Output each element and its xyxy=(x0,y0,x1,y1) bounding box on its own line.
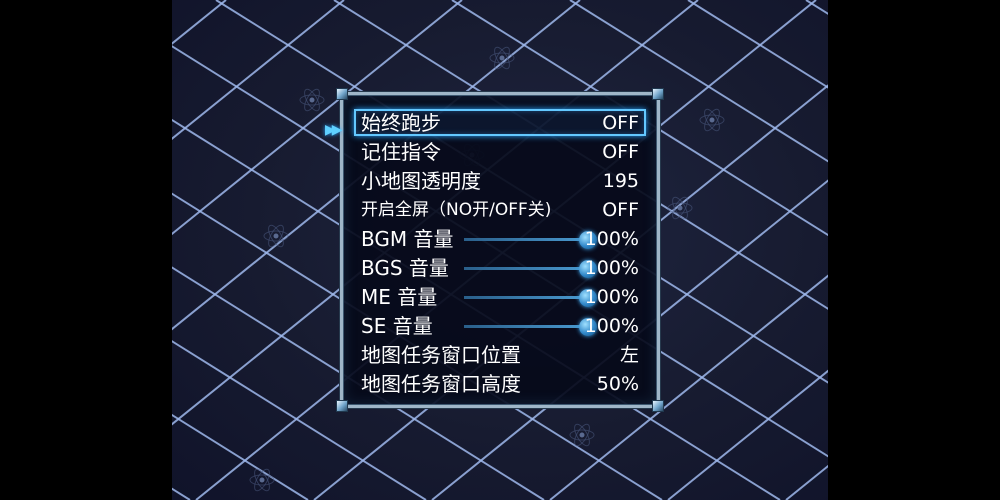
option-bgm-volume[interactable]: BGM 音量 100% xyxy=(359,225,641,254)
window-corner-ornament xyxy=(652,88,664,100)
option-always-dash[interactable]: ▶▶ 始终跑步 OFF xyxy=(325,109,646,138)
option-bgs-volume[interactable]: BGS 音量 100% xyxy=(359,254,641,283)
volume-slider-track[interactable] xyxy=(464,289,597,307)
option-value: OFF xyxy=(602,141,639,163)
option-label: SE 音量 xyxy=(361,314,433,338)
option-label: 开启全屏（NO开/OFF关) xyxy=(361,200,552,220)
window-corner-ornament xyxy=(336,400,348,412)
option-se-volume[interactable]: SE 音量 100% xyxy=(359,312,641,341)
option-label: BGS 音量 xyxy=(361,256,449,280)
double-triangle-right-icon: ▶▶ xyxy=(325,122,342,138)
volume-slider-track[interactable] xyxy=(464,260,597,278)
option-label: ME 音量 xyxy=(361,285,438,309)
option-label: 始终跑步 xyxy=(361,111,441,135)
grid-line xyxy=(687,0,828,89)
window-corner-ornament xyxy=(336,88,348,100)
option-task-window-position[interactable]: 地图任务窗口位置 左 xyxy=(359,341,641,370)
volume-slider-track[interactable] xyxy=(464,318,597,336)
window-corner-ornament xyxy=(652,400,664,412)
option-value: 100% xyxy=(584,228,639,250)
option-value: 100% xyxy=(584,286,639,308)
option-me-volume[interactable]: ME 音量 100% xyxy=(359,283,641,312)
option-task-window-height[interactable]: 地图任务窗口高度 50% xyxy=(359,370,641,399)
option-label: 地图任务窗口高度 xyxy=(361,372,521,396)
option-value: 195 xyxy=(602,170,639,192)
option-value: OFF xyxy=(602,112,639,134)
option-value: 50% xyxy=(596,373,639,395)
option-value: OFF xyxy=(602,199,639,221)
option-minimap-opacity[interactable]: 小地图透明度 195 xyxy=(359,167,641,196)
atom-icon xyxy=(489,46,515,70)
option-value: 100% xyxy=(584,315,639,337)
atom-icon xyxy=(699,108,725,132)
option-label: BGM 音量 xyxy=(361,227,454,251)
grid-line xyxy=(667,369,828,500)
option-list: ▶▶ 始终跑步 OFF 记住指令 OFF 小地图透明度 195 开启全屏（NO开… xyxy=(325,109,646,399)
atom-icon xyxy=(299,88,325,112)
option-label: 小地图透明度 xyxy=(361,169,481,193)
option-label: 记住指令 xyxy=(361,140,441,164)
volume-slider-track[interactable] xyxy=(464,231,597,249)
option-label: 地图任务窗口位置 xyxy=(361,343,521,367)
grid-line xyxy=(172,0,345,140)
option-value: 100% xyxy=(584,257,639,279)
option-fullscreen[interactable]: 开启全屏（NO开/OFF关) OFF xyxy=(359,196,641,225)
option-value: 左 xyxy=(619,344,639,366)
options-window: ▶▶ 始终跑步 OFF 记住指令 OFF 小地图透明度 195 开启全屏（NO开… xyxy=(325,88,664,412)
option-command-remember[interactable]: 记住指令 OFF xyxy=(359,138,641,167)
